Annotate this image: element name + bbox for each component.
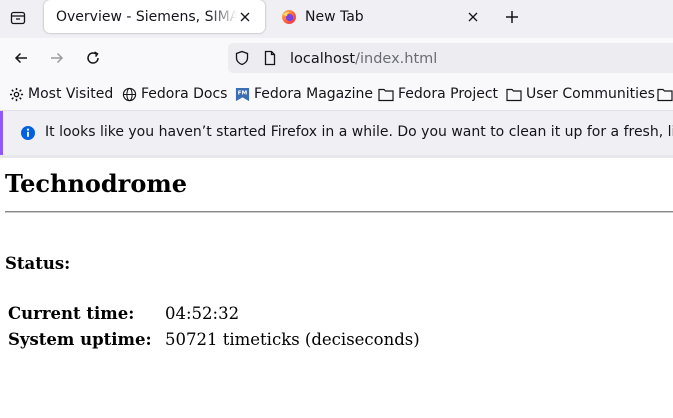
- bookmark-most-visited[interactable]: Most Visited: [9, 84, 113, 104]
- bookmark-label: Fedora Magazine: [254, 86, 373, 102]
- reload-button[interactable]: [81, 46, 105, 70]
- bookmark-label: Fedora Project: [398, 86, 499, 102]
- close-icon[interactable]: [465, 9, 481, 25]
- tab-new-tab[interactable]: New Tab: [271, 0, 493, 34]
- back-button[interactable]: [9, 46, 33, 70]
- arrow-right-icon: [51, 52, 64, 64]
- gear-icon: [9, 87, 24, 101]
- shield-icon[interactable]: [234, 50, 250, 70]
- notification-bar: It looks like you haven’t started Firefo…: [0, 111, 673, 155]
- url-text[interactable]: localhost/index.html: [290, 49, 437, 69]
- row-label: System uptime:: [8, 329, 152, 349]
- url-host: localhost: [290, 51, 356, 67]
- folder-icon: [506, 88, 522, 101]
- row-label: Current time:: [8, 303, 135, 323]
- reload-icon: [87, 51, 99, 64]
- plus-icon: [506, 11, 518, 23]
- firefox-icon: [282, 10, 296, 24]
- tab-active[interactable]: Overview - Siemens, SIMATIC: [44, 0, 265, 33]
- divider: [0, 155, 673, 158]
- table-row: System uptime: 50721 timeticks (deciseco…: [8, 328, 420, 350]
- tab-title: Overview - Siemens, SIMATIC: [56, 8, 237, 25]
- bookmark-fedora-project[interactable]: Fedora Project: [378, 84, 498, 104]
- folder-icon: [657, 88, 673, 101]
- status-heading: Status:: [5, 254, 71, 273]
- bookmark-user-communities[interactable]: User Communities: [506, 84, 655, 104]
- bookmark-label: Fedora Docs: [141, 86, 228, 102]
- notification-message: It looks like you haven’t started Firefo…: [45, 124, 673, 140]
- bookmark-fedora-magazine[interactable]: FM Fedora Magazine: [235, 84, 373, 104]
- folder-icon: [378, 88, 394, 101]
- fedora-magazine-icon: FM: [235, 87, 250, 101]
- row-value: 04:52:32: [165, 303, 240, 323]
- bookmark-fedora-docs[interactable]: Fedora Docs: [122, 84, 227, 104]
- page-icon[interactable]: [262, 50, 278, 70]
- svg-text:FM: FM: [238, 90, 248, 96]
- page-title: Technodrome: [5, 169, 187, 198]
- bookmark-folder[interactable]: [657, 84, 673, 104]
- url-path: /index.html: [355, 51, 438, 67]
- forward-button[interactable]: [45, 46, 69, 70]
- new-tab-button[interactable]: [500, 5, 524, 29]
- globe-icon: [122, 87, 137, 101]
- tab-list-icon[interactable]: [6, 6, 30, 30]
- tab-title: New Tab: [305, 9, 364, 25]
- table-row: Current time: 04:52:32: [8, 302, 420, 324]
- bookmarks-toolbar: Most Visited Fedora Docs FM Fedora Magaz…: [0, 78, 673, 111]
- bookmark-label: User Communities: [526, 86, 655, 102]
- arrow-left-icon: [14, 52, 27, 64]
- status-table: Current time: 04:52:32 System uptime: 50…: [5, 298, 423, 354]
- bookmark-label: Most Visited: [28, 86, 114, 102]
- close-icon[interactable]: [237, 9, 253, 25]
- tab-strip: Overview - Siemens, SIMATIC New Tab: [0, 0, 673, 38]
- info-icon: [21, 126, 35, 140]
- row-value: 50721 timeticks (deciseconds): [165, 329, 420, 349]
- divider: [5, 211, 673, 213]
